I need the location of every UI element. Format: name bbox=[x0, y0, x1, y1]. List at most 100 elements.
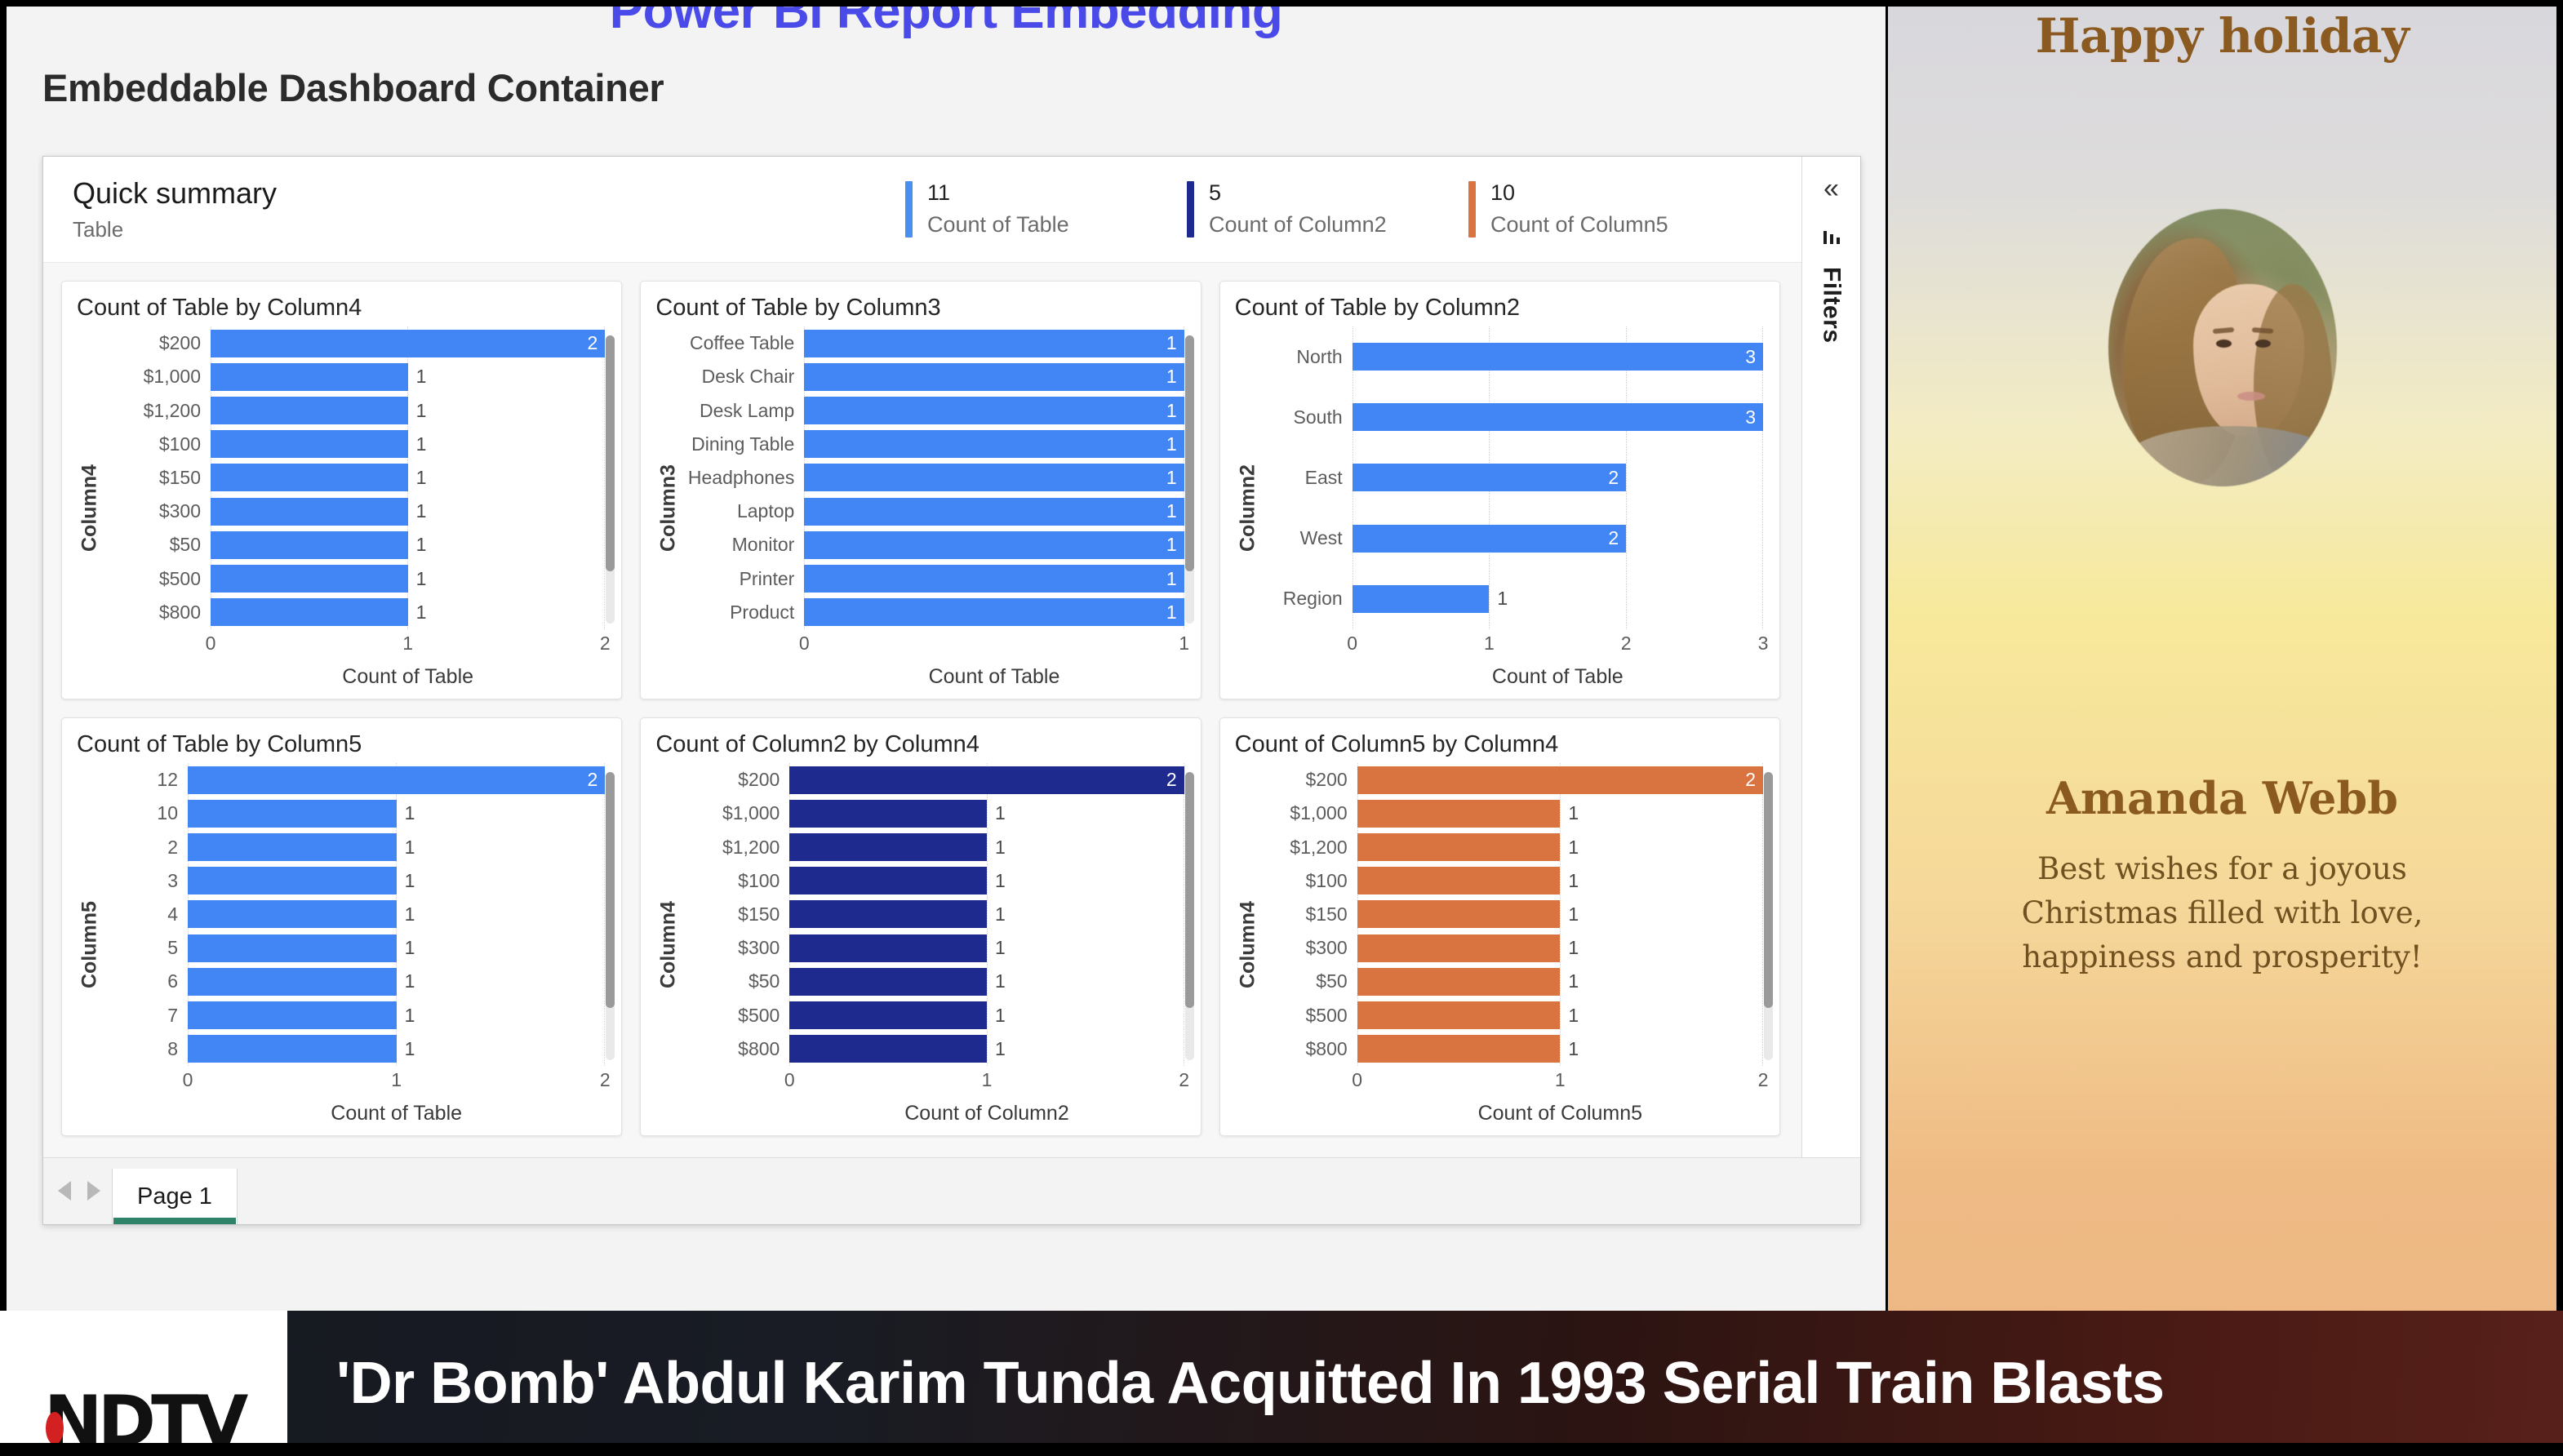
chart-bar-row[interactable]: 21 bbox=[103, 833, 605, 862]
bar[interactable]: 2 bbox=[1352, 524, 1627, 553]
bar[interactable]: 1 bbox=[804, 530, 1184, 559]
chart-bar-row[interactable]: 12 2 bbox=[103, 766, 606, 794]
chart-bar-row[interactable]: $150 1 bbox=[682, 900, 1184, 929]
chart-bar-row[interactable]: $150 1 bbox=[1261, 900, 1763, 929]
bar[interactable] bbox=[188, 799, 397, 828]
filters-pane[interactable]: « Filters bbox=[1801, 157, 1860, 1157]
bar[interactable]: 1 bbox=[804, 329, 1184, 357]
collapse-chevron-icon[interactable]: « bbox=[1823, 175, 1839, 202]
chart-bar-row[interactable]: $100 1 bbox=[682, 867, 1184, 895]
bar[interactable] bbox=[789, 1035, 987, 1063]
chart-bar-row[interactable]: $500 1 bbox=[103, 565, 605, 593]
bar[interactable] bbox=[1357, 967, 1561, 996]
bar[interactable] bbox=[1352, 584, 1490, 613]
chart-tile[interactable]: Count of Table by Column4 Column4 $200 2 $1,… bbox=[61, 281, 623, 699]
chart-bar-row[interactable]: $800 1 bbox=[103, 598, 605, 627]
chart-bar-row[interactable]: 81 bbox=[103, 1035, 605, 1063]
bar[interactable]: 1 bbox=[804, 362, 1184, 391]
chart-tile[interactable]: Count of Table by Column3 Column3 Coffee T… bbox=[640, 281, 1202, 699]
chart-bar-row[interactable]: 41 bbox=[103, 900, 605, 929]
chart-bar-row[interactable]: $1,200 1 bbox=[682, 833, 1184, 862]
chart-bar-row[interactable]: Product 1 bbox=[682, 598, 1184, 627]
chart-bar-row[interactable]: $1,200 1 bbox=[1261, 833, 1763, 862]
chart-bar-row[interactable]: $200 2 bbox=[682, 766, 1184, 794]
bar[interactable] bbox=[789, 934, 987, 962]
bar[interactable] bbox=[789, 833, 987, 862]
bar[interactable]: 2 bbox=[789, 766, 1184, 794]
chart-bar-row[interactable]: Monitor 1 bbox=[682, 530, 1184, 559]
chart-bar-row[interactable]: Coffee Table 1 bbox=[682, 329, 1184, 357]
previous-page-icon[interactable] bbox=[58, 1181, 71, 1201]
chart-bar-row[interactable]: Desk Lamp 1 bbox=[682, 397, 1184, 425]
chart-bar-row[interactable]: $50 1 bbox=[682, 967, 1184, 996]
bar[interactable] bbox=[789, 867, 987, 895]
chart-bar-row[interactable]: $50 1 bbox=[1261, 967, 1763, 996]
chart-bar-row[interactable]: West 2 bbox=[1261, 524, 1763, 553]
chart-bar-row[interactable]: Laptop 1 bbox=[682, 497, 1184, 526]
chart-bar-row[interactable]: Headphones 1 bbox=[682, 464, 1184, 492]
bar[interactable]: 1 bbox=[804, 565, 1184, 593]
bar[interactable] bbox=[188, 967, 397, 996]
bar[interactable] bbox=[789, 1001, 987, 1030]
chart-bar-row[interactable]: $800 1 bbox=[1261, 1035, 1763, 1063]
chart-vertical-scrollbar[interactable] bbox=[606, 772, 615, 1060]
chart-tile[interactable]: Count of Table by Column5 Column5 12 2 10 1 2 1… bbox=[61, 717, 623, 1136]
chart-bar-row[interactable]: $500 1 bbox=[1261, 1001, 1763, 1030]
bar[interactable] bbox=[789, 967, 987, 996]
chart-bar-row[interactable]: $1,000 1 bbox=[103, 362, 605, 391]
bar[interactable]: 2 bbox=[211, 329, 606, 357]
chart-bar-row[interactable]: $800 1 bbox=[682, 1035, 1184, 1063]
chart-bar-row[interactable]: 31 bbox=[103, 867, 605, 895]
chart-bar-row[interactable]: Desk Chair 1 bbox=[682, 362, 1184, 391]
chart-vertical-scrollbar[interactable] bbox=[1763, 772, 1773, 1060]
chart-bar-row[interactable]: $300 1 bbox=[682, 934, 1184, 962]
bar[interactable] bbox=[211, 598, 408, 627]
bar[interactable] bbox=[188, 867, 397, 895]
bar[interactable]: 3 bbox=[1352, 343, 1763, 371]
chart-bar-row[interactable]: $150 1 bbox=[103, 464, 605, 492]
bar[interactable] bbox=[1357, 833, 1561, 862]
chart-bar-row[interactable]: 51 bbox=[103, 934, 605, 962]
bar[interactable] bbox=[1357, 1035, 1561, 1063]
bar[interactable] bbox=[1357, 1001, 1561, 1030]
bar[interactable] bbox=[188, 1001, 397, 1030]
chart-bar-row[interactable]: North 3 bbox=[1261, 343, 1763, 371]
bar[interactable]: 3 bbox=[1352, 403, 1763, 432]
chart-bar-row[interactable]: $300 1 bbox=[103, 497, 605, 526]
chart-bar-row[interactable]: $100 1 bbox=[103, 430, 605, 459]
chart-tile[interactable]: Count of Column2 by Column4 Column4 $200 2 $… bbox=[640, 717, 1202, 1136]
bar[interactable] bbox=[211, 530, 408, 559]
bar[interactable] bbox=[211, 565, 408, 593]
bar[interactable] bbox=[211, 464, 408, 492]
chart-bar-row[interactable]: $1,000 1 bbox=[1261, 799, 1763, 828]
bar[interactable]: 1 bbox=[804, 464, 1184, 492]
chart-bar-row[interactable]: 10 1 bbox=[103, 799, 605, 828]
chart-tile[interactable]: Count of Column5 by Column4 Column4 $200 2 $… bbox=[1219, 717, 1780, 1136]
chart-tile[interactable]: Count of Table by Column2 Column2 North 3 So… bbox=[1219, 281, 1780, 699]
bar[interactable] bbox=[1357, 934, 1561, 962]
bar[interactable] bbox=[188, 934, 397, 962]
bar[interactable] bbox=[188, 833, 397, 862]
bar[interactable] bbox=[188, 900, 397, 929]
chart-bar-row[interactable]: $1,000 1 bbox=[682, 799, 1184, 828]
next-page-icon[interactable] bbox=[87, 1181, 100, 1201]
bar[interactable]: 2 bbox=[1357, 766, 1763, 794]
chart-bar-row[interactable]: $50 1 bbox=[103, 530, 605, 559]
chart-bar-row[interactable]: $300 1 bbox=[1261, 934, 1763, 962]
chart-bar-row[interactable]: South 3 bbox=[1261, 403, 1763, 432]
chart-bar-row[interactable]: $100 1 bbox=[1261, 867, 1763, 895]
chart-bar-row[interactable]: $500 1 bbox=[682, 1001, 1184, 1030]
bar[interactable] bbox=[211, 497, 408, 526]
chart-bar-row[interactable]: 71 bbox=[103, 1001, 605, 1030]
bar[interactable] bbox=[188, 1035, 397, 1063]
page-tab-page-1[interactable]: Page 1 bbox=[112, 1169, 238, 1224]
bar[interactable]: 1 bbox=[804, 497, 1184, 526]
chart-bar-row[interactable]: $200 2 bbox=[1261, 766, 1763, 794]
chart-bar-row[interactable]: $200 2 bbox=[103, 329, 606, 357]
chart-vertical-scrollbar[interactable] bbox=[606, 335, 615, 624]
chart-bar-row[interactable]: Printer 1 bbox=[682, 565, 1184, 593]
chart-vertical-scrollbar[interactable] bbox=[1184, 335, 1194, 624]
bar[interactable]: 1 bbox=[804, 598, 1184, 627]
bar[interactable]: 1 bbox=[804, 430, 1184, 459]
bar[interactable]: 2 bbox=[188, 766, 606, 794]
